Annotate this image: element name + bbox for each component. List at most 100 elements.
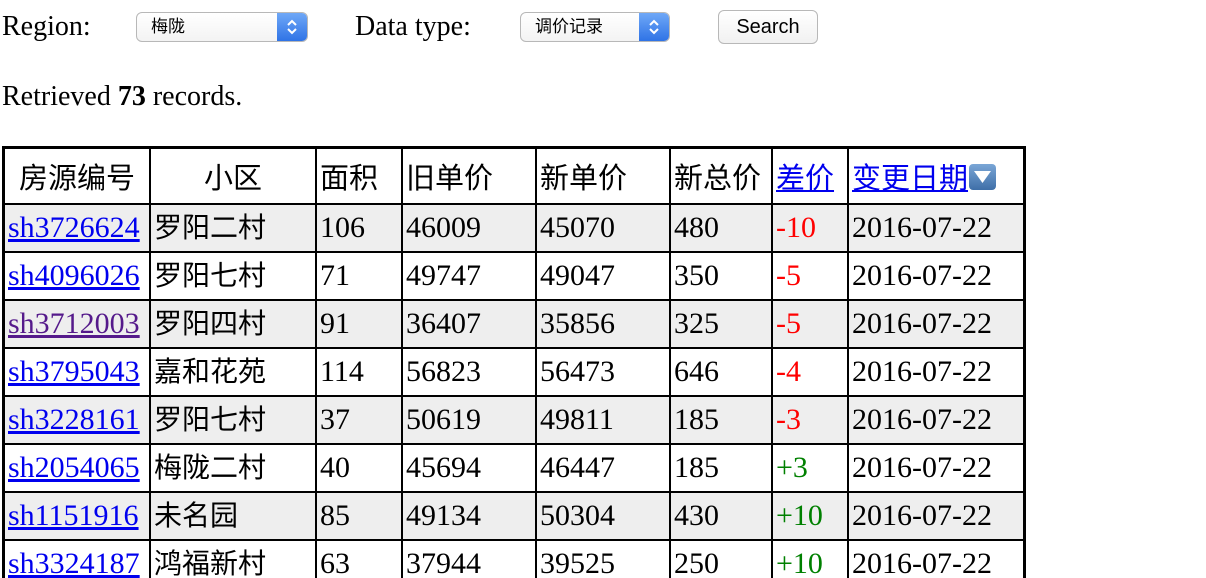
datatype-select[interactable]: 调价记录 (520, 12, 670, 42)
region-select[interactable]: 梅陇 (136, 12, 308, 42)
header-old-price: 旧单价 (402, 148, 536, 204)
cell-id: sh4096026 (4, 252, 150, 300)
region-label: Region: (2, 11, 91, 42)
cell-diff: -5 (772, 300, 848, 348)
cell-new-price: 46447 (536, 444, 670, 492)
table-row: sh3726624 罗阳二村 106 46009 45070 480 -10 2016-07-… (4, 204, 1024, 252)
cell-id: sh1151916 (4, 492, 150, 540)
cell-date: 2016-07-22 (848, 444, 1024, 492)
search-button[interactable]: Search (718, 10, 818, 44)
header-id: 房源编号 (4, 148, 150, 204)
cell-new-total: 646 (670, 348, 772, 396)
table-row: sh2054065 梅陇二村 40 45694 46447 185 +3 2016-07-22 (4, 444, 1024, 492)
datatype-label: Data type: (355, 11, 471, 42)
cell-new-total: 480 (670, 204, 772, 252)
records-table-wrapper: 房源编号 小区 面积 旧单价 新单价 新总价 差价 变更日期 sh3726624… (2, 146, 1026, 578)
cell-diff: -5 (772, 252, 848, 300)
cell-old-price: 50619 (402, 396, 536, 444)
page: Region: 梅陇 Data type: 调价记录 Search Retrie… (0, 0, 1206, 578)
header-new-price: 新单价 (536, 148, 670, 204)
header-diff: 差价 (772, 148, 848, 204)
cell-new-total: 250 (670, 540, 772, 578)
table-row: sh1151916 未名园 85 49134 50304 430 +10 2016-07-22 (4, 492, 1024, 540)
cell-area: 37 (316, 396, 402, 444)
cell-date: 2016-07-22 (848, 204, 1024, 252)
cell-id: sh3228161 (4, 396, 150, 444)
cell-diff: -10 (772, 204, 848, 252)
cell-new-total: 350 (670, 252, 772, 300)
header-area: 面积 (316, 148, 402, 204)
listing-id-link[interactable]: sh3726624 (8, 211, 140, 244)
cell-community: 罗阳七村 (150, 396, 316, 444)
cell-new-price: 35856 (536, 300, 670, 348)
cell-old-price: 49747 (402, 252, 536, 300)
cell-new-price: 56473 (536, 348, 670, 396)
cell-old-price: 56823 (402, 348, 536, 396)
result-summary: Retrieved 73 records. (2, 80, 242, 114)
datatype-select-value: 调价记录 (535, 17, 603, 37)
cell-diff: +3 (772, 444, 848, 492)
cell-id: sh3324187 (4, 540, 150, 578)
table-body: sh3726624 罗阳二村 106 46009 45070 480 -10 2016-07-… (4, 204, 1024, 578)
table-header-row: 房源编号 小区 面积 旧单价 新单价 新总价 差价 变更日期 (4, 148, 1024, 204)
cell-old-price: 46009 (402, 204, 536, 252)
sort-by-diff-link[interactable]: 差价 (776, 161, 834, 195)
listing-id-link[interactable]: sh4096026 (8, 259, 140, 292)
cell-date: 2016-07-22 (848, 300, 1024, 348)
cell-area: 63 (316, 540, 402, 578)
cell-community: 鸿福新村 (150, 540, 316, 578)
cell-new-price: 49047 (536, 252, 670, 300)
cell-area: 114 (316, 348, 402, 396)
summary-prefix: Retrieved (2, 81, 118, 112)
listing-id-link[interactable]: sh3228161 (8, 403, 140, 436)
cell-new-total: 185 (670, 396, 772, 444)
table-row: sh3795043 嘉和花苑 114 56823 56473 646 -4 2016-07-2… (4, 348, 1024, 396)
cell-new-total: 185 (670, 444, 772, 492)
cell-community: 罗阳七村 (150, 252, 316, 300)
cell-date: 2016-07-22 (848, 492, 1024, 540)
cell-old-price: 45694 (402, 444, 536, 492)
cell-new-price: 49811 (536, 396, 670, 444)
cell-community: 未名园 (150, 492, 316, 540)
cell-community: 罗阳二村 (150, 204, 316, 252)
listing-id-link[interactable]: sh1151916 (8, 499, 139, 532)
cell-old-price: 37944 (402, 540, 536, 578)
listing-id-link[interactable]: sh2054065 (8, 451, 140, 484)
cell-date: 2016-07-22 (848, 348, 1024, 396)
sort-descending-icon[interactable] (969, 164, 997, 190)
listing-id-link[interactable]: sh3795043 (8, 355, 140, 388)
cell-new-total: 430 (670, 492, 772, 540)
table-row: sh4096026 罗阳七村 71 49747 49047 350 -5 2016-07-22 (4, 252, 1024, 300)
cell-date: 2016-07-22 (848, 396, 1024, 444)
filter-form: Region: 梅陇 Data type: 调价记录 Search (2, 8, 1202, 48)
cell-id: sh2054065 (4, 444, 150, 492)
record-count: 73 (117, 81, 146, 112)
table-row: sh3712003 罗阳四村 91 36407 35856 325 -5 2016-07-22 (4, 300, 1024, 348)
cell-area: 91 (316, 300, 402, 348)
cell-community: 梅陇二村 (150, 444, 316, 492)
listing-id-link[interactable]: sh3712003 (8, 307, 140, 340)
cell-new-price: 50304 (536, 492, 670, 540)
cell-area: 40 (316, 444, 402, 492)
table-row: sh3228161 罗阳七村 37 50619 49811 185 -3 2016-07-22 (4, 396, 1024, 444)
region-select-value: 梅陇 (151, 17, 185, 37)
cell-area: 106 (316, 204, 402, 252)
records-table: 房源编号 小区 面积 旧单价 新单价 新总价 差价 变更日期 sh3726624… (2, 146, 1026, 578)
cell-diff: -3 (772, 396, 848, 444)
sort-by-date-link[interactable]: 变更日期 (852, 161, 968, 195)
cell-area: 71 (316, 252, 402, 300)
cell-id: sh3795043 (4, 348, 150, 396)
cell-community: 嘉和花苑 (150, 348, 316, 396)
header-community: 小区 (150, 148, 316, 204)
cell-community: 罗阳四村 (150, 300, 316, 348)
listing-id-link[interactable]: sh3324187 (8, 547, 140, 578)
cell-date: 2016-07-22 (848, 252, 1024, 300)
up-down-chevron-icon (639, 13, 669, 41)
cell-area: 85 (316, 492, 402, 540)
cell-date: 2016-07-22 (848, 540, 1024, 578)
cell-old-price: 49134 (402, 492, 536, 540)
cell-diff: -4 (772, 348, 848, 396)
summary-suffix: records. (145, 81, 243, 112)
cell-new-price: 45070 (536, 204, 670, 252)
cell-id: sh3712003 (4, 300, 150, 348)
